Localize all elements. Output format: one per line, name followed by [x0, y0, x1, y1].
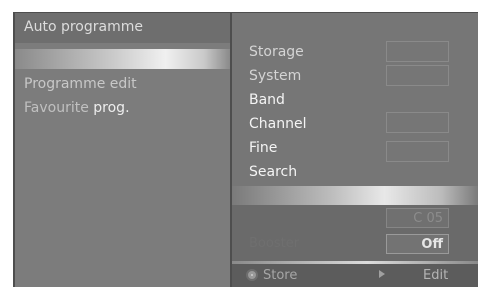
right-arrow-icon — [379, 270, 385, 278]
system-field[interactable] — [386, 65, 449, 86]
setting-band[interactable]: Band — [249, 92, 285, 108]
record-button-icon[interactable] — [246, 269, 258, 281]
booster-label: Booster — [249, 236, 300, 251]
menu-title[interactable]: Auto programme — [24, 19, 143, 35]
setting-fine[interactable]: Fine — [249, 140, 277, 156]
setting-storage[interactable]: Storage — [249, 44, 304, 60]
menu-item-programme-edit[interactable]: Programme edit — [24, 76, 137, 92]
edit-label[interactable]: Edit — [423, 268, 448, 283]
settings-highlight-bar[interactable] — [232, 186, 478, 205]
fine-field[interactable] — [386, 141, 449, 162]
store-label[interactable]: Store — [263, 268, 297, 283]
channel-value[interactable]: C 05 — [386, 208, 449, 228]
menu-highlight-bar[interactable] — [15, 49, 230, 69]
storage-field[interactable] — [386, 41, 449, 62]
setting-channel[interactable]: Channel — [249, 116, 306, 132]
booster-value[interactable]: Off — [386, 234, 449, 254]
setting-system[interactable]: System — [249, 68, 301, 84]
channel-field[interactable] — [386, 112, 449, 133]
prog-label: prog. — [93, 100, 130, 116]
setting-search[interactable]: Search — [249, 164, 297, 180]
favourite-label: Favourite — [24, 100, 89, 116]
menu-item-favourite-prog[interactable]: Favourite prog. — [24, 100, 130, 116]
